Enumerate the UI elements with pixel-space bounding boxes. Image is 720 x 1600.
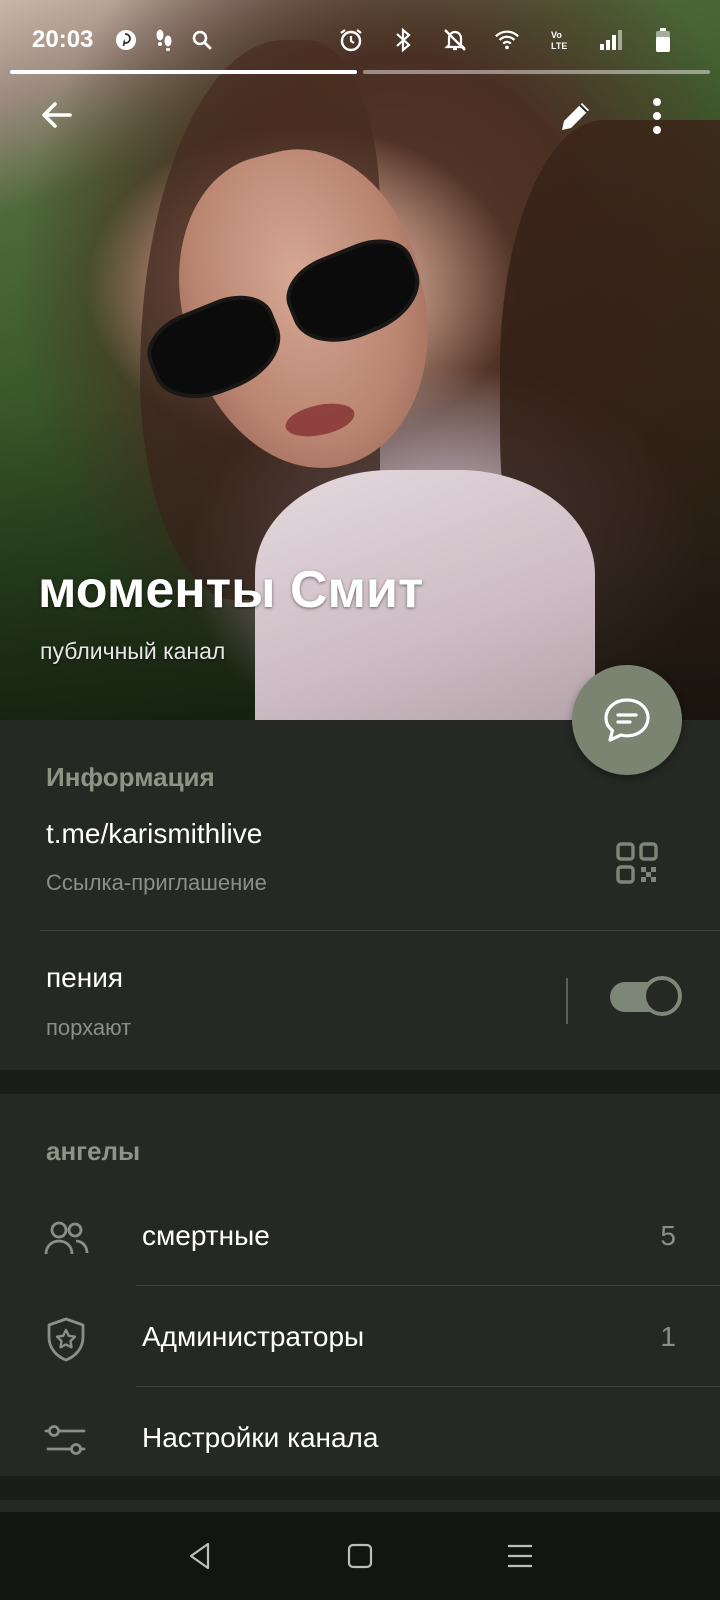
nav-back-button[interactable]: [180, 1536, 220, 1576]
top-action-bar: [0, 90, 720, 150]
people-icon: [42, 1214, 90, 1262]
home-nav-icon: [347, 1543, 373, 1569]
toggle-switch[interactable]: [610, 976, 682, 1016]
list-item-subscribers[interactable]: смертные 5: [0, 1186, 720, 1286]
list-item-channel-settings[interactable]: Настройки канала: [0, 1388, 720, 1488]
signal-icon: [598, 27, 624, 53]
list-item-administrators[interactable]: Администраторы 1: [0, 1287, 720, 1387]
pinterest-icon: [113, 27, 139, 53]
recents-nav-icon: [508, 1544, 532, 1568]
settings-sliders-icon: [42, 1416, 90, 1464]
story-segment: [363, 70, 710, 74]
footsteps-icon: [151, 27, 177, 53]
list-item-label: Настройки канала: [142, 1422, 379, 1453]
status-bar: 20:03 Vo LTE: [0, 0, 720, 80]
svg-text:LTE: LTE: [551, 41, 567, 51]
vertical-separator: [566, 978, 568, 1024]
list-item-label: смертные: [142, 1220, 270, 1251]
back-button[interactable]: [30, 90, 80, 140]
pencil-icon: [562, 103, 589, 130]
edit-button[interactable]: [550, 90, 600, 140]
divider: [40, 930, 720, 931]
story-progress: [10, 70, 710, 74]
qr-code-icon: [616, 842, 658, 884]
more-options-button[interactable]: [640, 90, 680, 140]
divider: [136, 1285, 720, 1286]
info-header: Информация: [46, 762, 215, 792]
nav-home-button[interactable]: [340, 1536, 380, 1576]
svg-text:Vo: Vo: [551, 30, 562, 40]
channel-subtitle: публичный канал: [40, 638, 226, 664]
section-gap: [0, 1476, 720, 1500]
volte-icon: Vo LTE: [546, 27, 572, 53]
channel-title: моменты Смит: [38, 561, 424, 619]
more-vert-icon: [653, 98, 661, 134]
channel-link-caption: Ссылка-приглашение: [46, 870, 267, 895]
chat-bubble-icon: [604, 698, 650, 742]
members-header: ангелы: [46, 1136, 141, 1166]
bluetooth-icon: [390, 27, 416, 53]
channel-link[interactable]: t.me/karismithlive: [46, 818, 262, 850]
next-section-peek: [0, 1500, 720, 1512]
nav-recents-button[interactable]: [500, 1536, 540, 1576]
alarm-icon: [338, 27, 364, 53]
admin-shield-icon: [42, 1315, 90, 1363]
toggle-row-subtitle: порхают: [46, 1015, 132, 1040]
discussion-button[interactable]: [572, 665, 682, 775]
story-segment-active: [10, 70, 357, 74]
list-item-label: Администраторы: [142, 1321, 365, 1352]
divider: [136, 1386, 720, 1387]
toggle-knob: [642, 976, 682, 1016]
back-nav-icon: [189, 1542, 210, 1570]
status-time: 20:03: [32, 26, 94, 53]
toggle-row-title[interactable]: пения: [46, 962, 123, 994]
list-item-count: 1: [660, 1321, 676, 1352]
section-gap: [0, 1070, 720, 1094]
arrow-left-icon: [42, 102, 72, 128]
qr-code-button[interactable]: [616, 842, 658, 884]
battery-icon: [650, 27, 676, 53]
members-section: ангелы смертные 5 Администраторы 1 Настр…: [0, 1094, 720, 1476]
wifi-icon: [494, 27, 520, 53]
notifications-off-icon: [442, 27, 468, 53]
system-navigation-bar: [0, 1512, 720, 1600]
search-icon: [189, 27, 215, 53]
list-item-count: 5: [660, 1220, 676, 1251]
